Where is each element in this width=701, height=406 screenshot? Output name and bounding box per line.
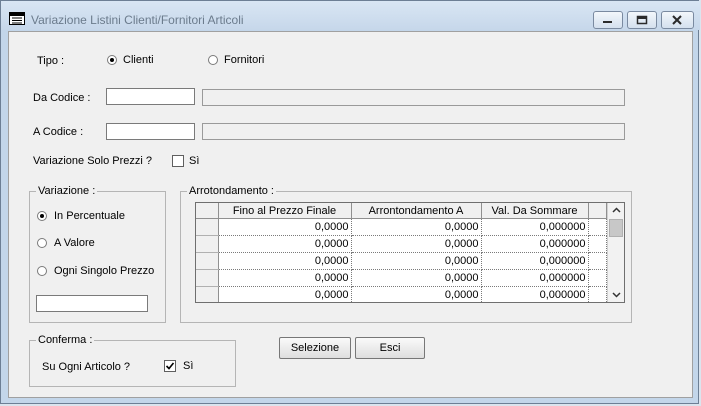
- radio-in-percentuale[interactable]: [37, 211, 47, 221]
- radio-a-valore[interactable]: [37, 238, 47, 248]
- column-header-filler: [588, 203, 607, 219]
- table-row[interactable]: 0,0000 0,0000 0,000000: [196, 286, 607, 302]
- table-cell[interactable]: 0,0000: [351, 252, 482, 270]
- window-title: Variazione Listini Clienti/Fornitori Art…: [31, 13, 244, 27]
- column-header-fino-al-prezzo[interactable]: Fino al Prezzo Finale: [218, 203, 352, 219]
- table-cell-filler: [588, 252, 607, 270]
- esci-button[interactable]: Esci: [355, 337, 425, 359]
- restore-icon: [636, 15, 648, 25]
- da-codice-label: Da Codice :: [33, 92, 91, 104]
- row-selector[interactable]: [196, 252, 219, 270]
- scroll-up-icon[interactable]: [612, 207, 621, 213]
- solo-prezzi-label: Variazione Solo Prezzi ?: [33, 155, 153, 167]
- table-cell[interactable]: 0,000000: [481, 252, 589, 270]
- table-cell[interactable]: 0,000000: [481, 286, 589, 302]
- radio-a-valore-label[interactable]: A Valore: [54, 237, 95, 249]
- table-cell-filler: [588, 235, 607, 253]
- table-cell[interactable]: 0,0000: [218, 269, 352, 287]
- minimize-icon: [603, 21, 612, 23]
- a-codice-description: [202, 123, 625, 140]
- table-row[interactable]: 0,0000 0,0000 0,000000: [196, 269, 607, 287]
- radio-fornitori-label[interactable]: Fornitori: [224, 54, 264, 66]
- form-app-icon: [9, 12, 25, 25]
- row-selector[interactable]: [196, 269, 219, 287]
- radio-clienti[interactable]: [107, 55, 117, 65]
- scroll-down-icon[interactable]: [612, 292, 621, 298]
- su-ogni-articolo-checkbox-label[interactable]: Sì: [183, 360, 193, 372]
- table-cell[interactable]: 0,0000: [218, 286, 352, 302]
- row-selector[interactable]: [196, 235, 219, 253]
- radio-ogni-singolo-prezzo-label[interactable]: Ogni Singolo Prezzo: [54, 265, 154, 277]
- radio-ogni-singolo-prezzo[interactable]: [37, 266, 47, 276]
- column-header-arrotondamento-a[interactable]: Arrontondamento A: [351, 203, 482, 219]
- arrotondamento-grid[interactable]: Fino al Prezzo Finale Arrontondamento A …: [195, 202, 625, 303]
- grid-corner-cell: [196, 203, 219, 219]
- close-icon: [672, 15, 682, 25]
- solo-prezzi-checkbox[interactable]: [172, 155, 184, 167]
- table-cell[interactable]: 0,0000: [351, 269, 482, 287]
- radio-in-percentuale-label[interactable]: In Percentuale: [54, 210, 125, 222]
- table-cell-filler: [588, 286, 607, 302]
- grid-vertical-scrollbar[interactable]: [607, 203, 624, 302]
- table-cell-filler: [588, 269, 607, 287]
- table-cell[interactable]: 0,000000: [481, 218, 589, 236]
- da-codice-description: [202, 89, 625, 106]
- table-cell[interactable]: 0,000000: [481, 269, 589, 287]
- arrotondamento-table: Fino al Prezzo Finale Arrontondamento A …: [196, 203, 607, 302]
- a-codice-input[interactable]: [106, 123, 195, 140]
- table-cell[interactable]: 0,0000: [218, 252, 352, 270]
- title-bar[interactable]: Variazione Listini Clienti/Fornitori Art…: [1, 1, 700, 30]
- table-row[interactable]: 0,0000 0,0000 0,000000: [196, 252, 607, 270]
- variazione-group-title: Variazione :: [36, 185, 98, 197]
- scroll-thumb[interactable]: [609, 219, 623, 237]
- table-row[interactable]: 0,0000 0,0000 0,000000: [196, 218, 607, 236]
- selezione-button[interactable]: Selezione: [279, 337, 351, 359]
- table-row[interactable]: 0,0000 0,0000 0,000000: [196, 235, 607, 253]
- variazione-value-input[interactable]: [36, 295, 148, 312]
- conferma-group-title: Conferma :: [36, 334, 95, 346]
- row-selector[interactable]: [196, 218, 219, 236]
- table-cell[interactable]: 0,0000: [351, 218, 482, 236]
- table-cell[interactable]: 0,0000: [351, 235, 482, 253]
- table-cell[interactable]: 0,0000: [351, 286, 482, 302]
- su-ogni-articolo-label: Su Ogni Articolo ?: [42, 361, 131, 373]
- row-selector[interactable]: [196, 286, 219, 302]
- grid-header-row: Fino al Prezzo Finale Arrontondamento A …: [196, 203, 607, 219]
- minimize-button[interactable]: [593, 11, 623, 29]
- radio-clienti-label[interactable]: Clienti: [123, 54, 154, 66]
- radio-fornitori[interactable]: [208, 55, 218, 65]
- column-header-val-da-sommare[interactable]: Val. Da Sommare: [481, 203, 589, 219]
- tipo-label: Tipo :: [37, 55, 65, 67]
- restore-button[interactable]: [627, 11, 657, 29]
- su-ogni-articolo-checkbox[interactable]: [164, 360, 176, 372]
- table-cell[interactable]: 0,0000: [218, 235, 352, 253]
- table-cell-filler: [588, 218, 607, 236]
- table-cell[interactable]: 0,0000: [218, 218, 352, 236]
- da-codice-input[interactable]: [106, 88, 195, 105]
- solo-prezzi-checkbox-label[interactable]: Sì: [189, 155, 199, 167]
- checkmark-icon: [165, 362, 175, 370]
- close-button[interactable]: [661, 11, 694, 29]
- a-codice-label: A Codice :: [33, 126, 84, 138]
- table-cell[interactable]: 0,000000: [481, 235, 589, 253]
- arrotondamento-group-title: Arrotondamento :: [187, 185, 276, 197]
